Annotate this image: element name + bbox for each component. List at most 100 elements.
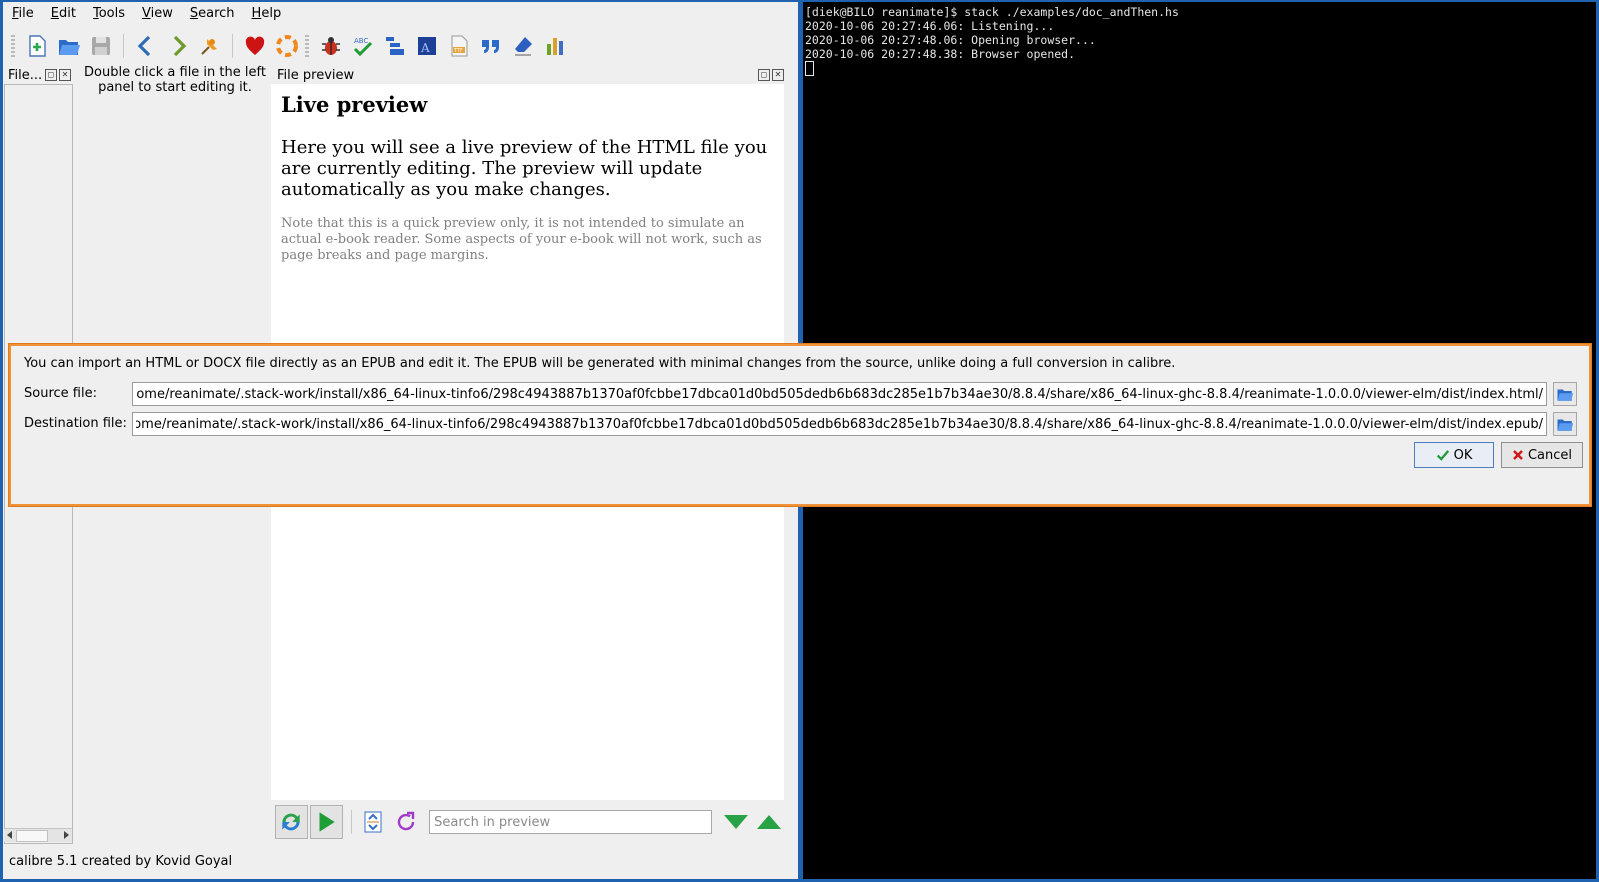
charts-button[interactable] <box>542 33 568 59</box>
source-file-label: Source file: <box>24 386 97 401</box>
terminal-line: [diek@BILO reanimate]$ stack ./examples/… <box>805 5 1179 19</box>
import-html-dialog: You can import an HTML or DOCX file dire… <box>9 344 1591 506</box>
save-icon <box>92 37 110 55</box>
split-button[interactable] <box>358 806 389 838</box>
embed-fonts-button[interactable]: TTF <box>446 33 472 59</box>
reports-button[interactable]: A <box>414 33 440 59</box>
float-panel-icon[interactable]: ◻ <box>45 69 57 81</box>
refresh-icon <box>282 813 301 831</box>
arrow-right-icon <box>173 35 187 57</box>
float-panel-icon[interactable]: ◻ <box>758 69 770 81</box>
scroll-left-icon[interactable] <box>7 831 12 839</box>
cancel-label: Cancel <box>1527 447 1573 463</box>
menu-help[interactable]: Help <box>243 2 290 26</box>
toolbar-grip[interactable] <box>305 35 309 57</box>
folder-open-icon <box>1557 419 1574 431</box>
back-button[interactable] <box>133 33 159 59</box>
cancel-x-icon <box>1513 450 1523 460</box>
menu-edit[interactable]: Edit <box>42 2 84 26</box>
book-font-icon: A <box>418 37 436 55</box>
heart-icon <box>245 36 265 55</box>
find-next-button[interactable] <box>720 806 751 838</box>
terminal-line: 2020-10-06 20:27:46.06: Listening... <box>805 19 1055 33</box>
find-previous-button[interactable] <box>753 806 784 838</box>
preview-note: Note that this is a quick preview only, … <box>281 216 762 263</box>
menu-tools[interactable]: Tools <box>84 2 133 26</box>
terminal-line: 2020-10-06 20:27:48.38: Browser opened. <box>805 47 1076 61</box>
preview-header: File preview ◻ ✕ <box>271 66 786 84</box>
new-file-button[interactable] <box>24 33 50 59</box>
status-bar: calibre 5.1 created by Kovid Goyal <box>3 848 798 874</box>
folder-open-icon <box>1557 389 1574 401</box>
main-toolbar: ABC A TTF <box>3 26 798 66</box>
arrow-left-icon <box>137 35 151 57</box>
destination-file-input[interactable] <box>132 412 1547 436</box>
ok-button[interactable]: OK <box>1414 442 1494 468</box>
cancel-button[interactable]: Cancel <box>1501 442 1583 468</box>
chevron-up-icon <box>756 815 781 829</box>
reload-button[interactable] <box>390 806 421 838</box>
ok-label: OK <box>1453 447 1473 463</box>
ttf-file-icon: TTF <box>451 35 468 57</box>
file-browser-header: File... ◻ ✕ <box>3 66 73 84</box>
donate-button[interactable] <box>242 33 268 59</box>
bug-icon <box>322 37 340 55</box>
lifebuoy-icon <box>276 35 298 57</box>
spell-check-button[interactable]: ABC <box>350 33 376 59</box>
file-browser-title: File... <box>8 67 43 83</box>
smarten-punctuation-button[interactable] <box>478 33 504 59</box>
forward-button[interactable] <box>165 33 191 59</box>
eraser-icon <box>515 37 532 56</box>
scroll-right-icon[interactable] <box>64 831 69 839</box>
browse-source-button[interactable] <box>1553 382 1577 406</box>
remove-unused-css-button[interactable] <box>510 33 536 59</box>
help-button[interactable] <box>274 33 300 59</box>
toolbar-separator <box>350 810 352 834</box>
new-file-icon <box>29 35 46 57</box>
quote-icon <box>482 40 499 53</box>
status-text: calibre 5.1 created by Kovid Goyal <box>9 853 233 869</box>
check-book-button[interactable] <box>318 33 344 59</box>
terminal-line: 2020-10-06 20:27:48.06: Opening browser.… <box>805 33 1096 47</box>
toolbar-separator <box>232 34 233 58</box>
source-file-input[interactable] <box>132 382 1547 406</box>
menu-search[interactable]: Search <box>181 2 243 26</box>
dialog-message: You can import an HTML or DOCX file dire… <box>24 356 1176 371</box>
preview-title: File preview <box>277 67 355 83</box>
svg-text:A: A <box>420 41 430 55</box>
play-icon <box>319 812 335 832</box>
open-book-button[interactable] <box>56 33 82 59</box>
auto-reload-button[interactable] <box>275 805 308 839</box>
menu-bar: File Edit Tools View Search Help <box>3 2 798 26</box>
spellcheck-icon: ABC <box>353 37 373 57</box>
menu-view[interactable]: View <box>133 2 181 26</box>
destination-file-label: Destination file: <box>24 416 127 431</box>
split-icon <box>364 811 382 833</box>
sync-button[interactable] <box>309 805 343 839</box>
reload-icon <box>397 811 414 831</box>
close-icon[interactable]: ✕ <box>772 69 784 81</box>
close-icon[interactable]: ✕ <box>59 69 71 81</box>
menu-file[interactable]: File <box>3 2 42 26</box>
save-button[interactable] <box>88 33 114 59</box>
table-of-contents-button[interactable] <box>382 33 408 59</box>
checkmark-icon <box>1436 450 1449 461</box>
terminal-cursor <box>805 61 814 76</box>
pin-icon <box>201 39 217 55</box>
folder-open-icon <box>59 40 80 55</box>
svg-text:ABC: ABC <box>354 37 368 45</box>
checkpoint-button[interactable] <box>197 33 223 59</box>
horizontal-scrollbar[interactable] <box>4 828 72 842</box>
preview-paragraph: Here you will see a live preview of the … <box>281 137 768 200</box>
browse-destination-button[interactable] <box>1553 412 1577 436</box>
preview-heading: Live preview <box>281 92 428 117</box>
editor-hint-text: Double click a file in the left panel to… <box>84 65 266 95</box>
search-preview-input[interactable] <box>429 810 713 834</box>
toolbar-separator <box>123 34 124 58</box>
bar-chart-icon <box>547 38 563 55</box>
preview-toolbar <box>271 802 786 842</box>
svg-text:TTF: TTF <box>453 48 463 54</box>
scrollbar-thumb[interactable] <box>16 830 48 842</box>
toolbar-grip[interactable] <box>11 35 15 57</box>
chevron-down-icon <box>723 815 748 829</box>
